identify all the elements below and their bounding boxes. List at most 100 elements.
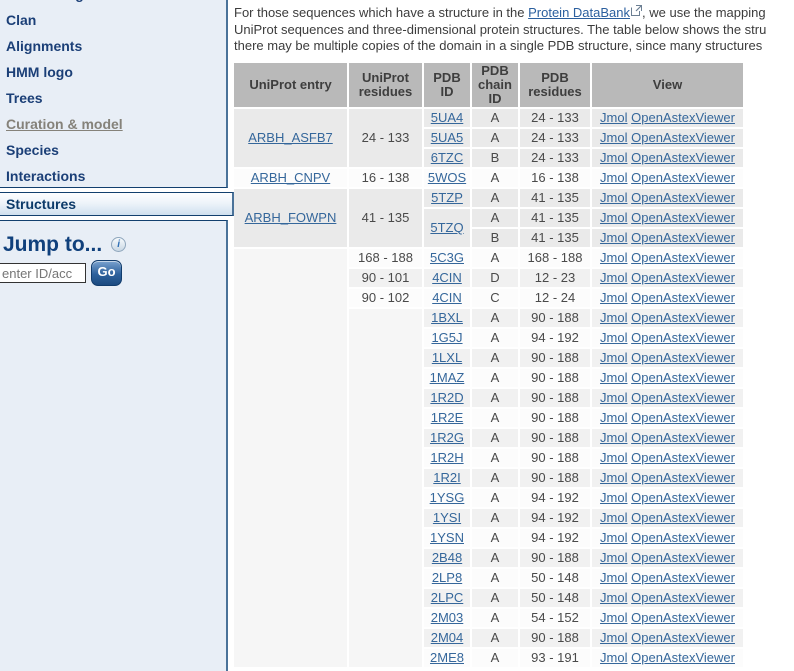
sidebar-item-interactions[interactable]: Interactions bbox=[0, 163, 226, 188]
pdb-id-link[interactable]: 2ME8 bbox=[430, 650, 464, 665]
jmol-link[interactable]: Jmol bbox=[600, 390, 627, 405]
pdb-id-link[interactable]: 1R2E bbox=[431, 410, 464, 425]
openastexviewer-link[interactable]: OpenAstexViewer bbox=[631, 370, 735, 385]
uniprot-entry-link[interactable]: ARBH_FOWPN bbox=[245, 210, 337, 225]
pdb-id-link[interactable]: 1BXL bbox=[431, 310, 463, 325]
openastexviewer-link[interactable]: OpenAstexViewer bbox=[631, 150, 735, 165]
pdb-id-link[interactable]: 5TZP bbox=[431, 190, 463, 205]
sidebar-item-clan-link[interactable]: Clan bbox=[6, 12, 36, 28]
jmol-link[interactable]: Jmol bbox=[600, 370, 627, 385]
openastexviewer-link[interactable]: OpenAstexViewer bbox=[631, 230, 735, 245]
jmol-link[interactable]: Jmol bbox=[600, 490, 627, 505]
openastexviewer-link[interactable]: OpenAstexViewer bbox=[631, 590, 735, 605]
jmol-link[interactable]: Jmol bbox=[600, 430, 627, 445]
jmol-link[interactable]: Jmol bbox=[600, 590, 627, 605]
uniprot-entry-link[interactable]: ARBH_ASFB7 bbox=[248, 130, 333, 145]
jmol-link[interactable]: Jmol bbox=[600, 550, 627, 565]
openastexviewer-link[interactable]: OpenAstexViewer bbox=[631, 510, 735, 525]
jmol-link[interactable]: Jmol bbox=[600, 630, 627, 645]
pdb-id-link[interactable]: 5C3G bbox=[430, 250, 464, 265]
openastexviewer-link[interactable]: OpenAstexViewer bbox=[631, 430, 735, 445]
pdb-id-link[interactable]: 1YSG bbox=[430, 490, 465, 505]
jmol-link[interactable]: Jmol bbox=[600, 150, 627, 165]
pdb-id-link[interactable]: 2M03 bbox=[431, 610, 464, 625]
openastexviewer-link[interactable]: OpenAstexViewer bbox=[631, 170, 735, 185]
openastexviewer-link[interactable]: OpenAstexViewer bbox=[631, 470, 735, 485]
openastexviewer-link[interactable]: OpenAstexViewer bbox=[631, 550, 735, 565]
sidebar-item-curation-model-link[interactable]: Curation & model bbox=[6, 116, 123, 132]
openastexviewer-link[interactable]: OpenAstexViewer bbox=[631, 270, 735, 285]
jmol-link[interactable]: Jmol bbox=[600, 610, 627, 625]
jmol-link[interactable]: Jmol bbox=[600, 650, 627, 665]
openastexviewer-link[interactable]: OpenAstexViewer bbox=[631, 610, 735, 625]
openastexviewer-link[interactable]: OpenAstexViewer bbox=[631, 410, 735, 425]
sidebar-item-hmm-logo[interactable]: HMM logo bbox=[0, 59, 226, 85]
pdb-id-link[interactable]: 2LPC bbox=[431, 590, 464, 605]
sidebar-item-hmm-logo-link[interactable]: HMM logo bbox=[6, 64, 73, 80]
jmol-link[interactable]: Jmol bbox=[600, 510, 627, 525]
jmol-link[interactable]: Jmol bbox=[600, 470, 627, 485]
sidebar-item-trees[interactable]: Trees bbox=[0, 85, 226, 111]
pdb-id-link[interactable]: 2B48 bbox=[432, 550, 462, 565]
go-button[interactable]: Go bbox=[91, 260, 122, 286]
sidebar-item-alignments-link[interactable]: Alignments bbox=[6, 38, 82, 54]
jmol-link[interactable]: Jmol bbox=[600, 130, 627, 145]
sidebar-item-structures[interactable]: Structures bbox=[0, 192, 234, 216]
openastexviewer-link[interactable]: OpenAstexViewer bbox=[631, 110, 735, 125]
pdb-id-link[interactable]: 5WOS bbox=[428, 170, 466, 185]
jmol-link[interactable]: Jmol bbox=[600, 530, 627, 545]
pdb-id-link[interactable]: 1G5J bbox=[431, 330, 462, 345]
openastexviewer-link[interactable]: OpenAstexViewer bbox=[631, 650, 735, 665]
pdb-id-link[interactable]: 4CIN bbox=[432, 290, 462, 305]
jmol-link[interactable]: Jmol bbox=[600, 210, 627, 225]
openastexviewer-link[interactable]: OpenAstexViewer bbox=[631, 250, 735, 265]
openastexviewer-link[interactable]: OpenAstexViewer bbox=[631, 190, 735, 205]
jmol-link[interactable]: Jmol bbox=[600, 190, 627, 205]
pdb-id-link[interactable]: 2LP8 bbox=[432, 570, 462, 585]
sidebar-item-domain-organisation[interactable]: Domain organisation bbox=[0, 0, 226, 7]
sidebar-item-interactions-link[interactable]: Interactions bbox=[6, 168, 85, 184]
info-icon[interactable]: i bbox=[111, 237, 126, 252]
sidebar-item-domain-organisation-link[interactable]: Domain organisation bbox=[6, 0, 145, 2]
jmol-link[interactable]: Jmol bbox=[600, 310, 627, 325]
sidebar-item-species[interactable]: Species bbox=[0, 137, 226, 163]
pdb-id-link[interactable]: 1YSN bbox=[430, 530, 464, 545]
pdb-id-link[interactable]: 1YSI bbox=[433, 510, 461, 525]
pdb-id-link[interactable]: 1R2G bbox=[430, 430, 464, 445]
jmol-link[interactable]: Jmol bbox=[600, 250, 627, 265]
pdb-id-link[interactable]: 4CIN bbox=[432, 270, 462, 285]
openastexviewer-link[interactable]: OpenAstexViewer bbox=[631, 310, 735, 325]
openastexviewer-link[interactable]: OpenAstexViewer bbox=[631, 450, 735, 465]
jmol-link[interactable]: Jmol bbox=[600, 570, 627, 585]
pdb-id-link[interactable]: 1R2D bbox=[430, 390, 463, 405]
openastexviewer-link[interactable]: OpenAstexViewer bbox=[631, 570, 735, 585]
pdb-id-link[interactable]: 2M04 bbox=[431, 630, 464, 645]
sidebar-item-species-link[interactable]: Species bbox=[6, 142, 59, 158]
uniprot-entry-link[interactable]: ARBH_CNPV bbox=[251, 170, 330, 185]
jmol-link[interactable]: Jmol bbox=[600, 350, 627, 365]
jmol-link[interactable]: Jmol bbox=[600, 110, 627, 125]
jmol-link[interactable]: Jmol bbox=[600, 270, 627, 285]
jmol-link[interactable]: Jmol bbox=[600, 290, 627, 305]
jmol-link[interactable]: Jmol bbox=[600, 410, 627, 425]
sidebar-item-clan[interactable]: Clan bbox=[0, 7, 226, 33]
sidebar-item-alignments[interactable]: Alignments bbox=[0, 33, 226, 59]
jmol-link[interactable]: Jmol bbox=[600, 170, 627, 185]
openastexviewer-link[interactable]: OpenAstexViewer bbox=[631, 290, 735, 305]
pdb-id-link[interactable]: 1R2H bbox=[430, 450, 463, 465]
pdb-id-link[interactable]: 1LXL bbox=[432, 350, 462, 365]
pdb-id-link[interactable]: 5TZQ bbox=[430, 220, 463, 235]
sidebar-item-curation-model[interactable]: Curation & model bbox=[0, 111, 226, 137]
jump-input[interactable] bbox=[0, 263, 86, 283]
openastexviewer-link[interactable]: OpenAstexViewer bbox=[631, 630, 735, 645]
sidebar-item-trees-link[interactable]: Trees bbox=[6, 90, 43, 106]
openastexviewer-link[interactable]: OpenAstexViewer bbox=[631, 490, 735, 505]
openastexviewer-link[interactable]: OpenAstexViewer bbox=[631, 130, 735, 145]
openastexviewer-link[interactable]: OpenAstexViewer bbox=[631, 390, 735, 405]
openastexviewer-link[interactable]: OpenAstexViewer bbox=[631, 210, 735, 225]
openastexviewer-link[interactable]: OpenAstexViewer bbox=[631, 330, 735, 345]
pdb-id-link[interactable]: 5UA4 bbox=[431, 110, 464, 125]
openastexviewer-link[interactable]: OpenAstexViewer bbox=[631, 350, 735, 365]
pdb-id-link[interactable]: 1MAZ bbox=[430, 370, 465, 385]
jmol-link[interactable]: Jmol bbox=[600, 230, 627, 245]
